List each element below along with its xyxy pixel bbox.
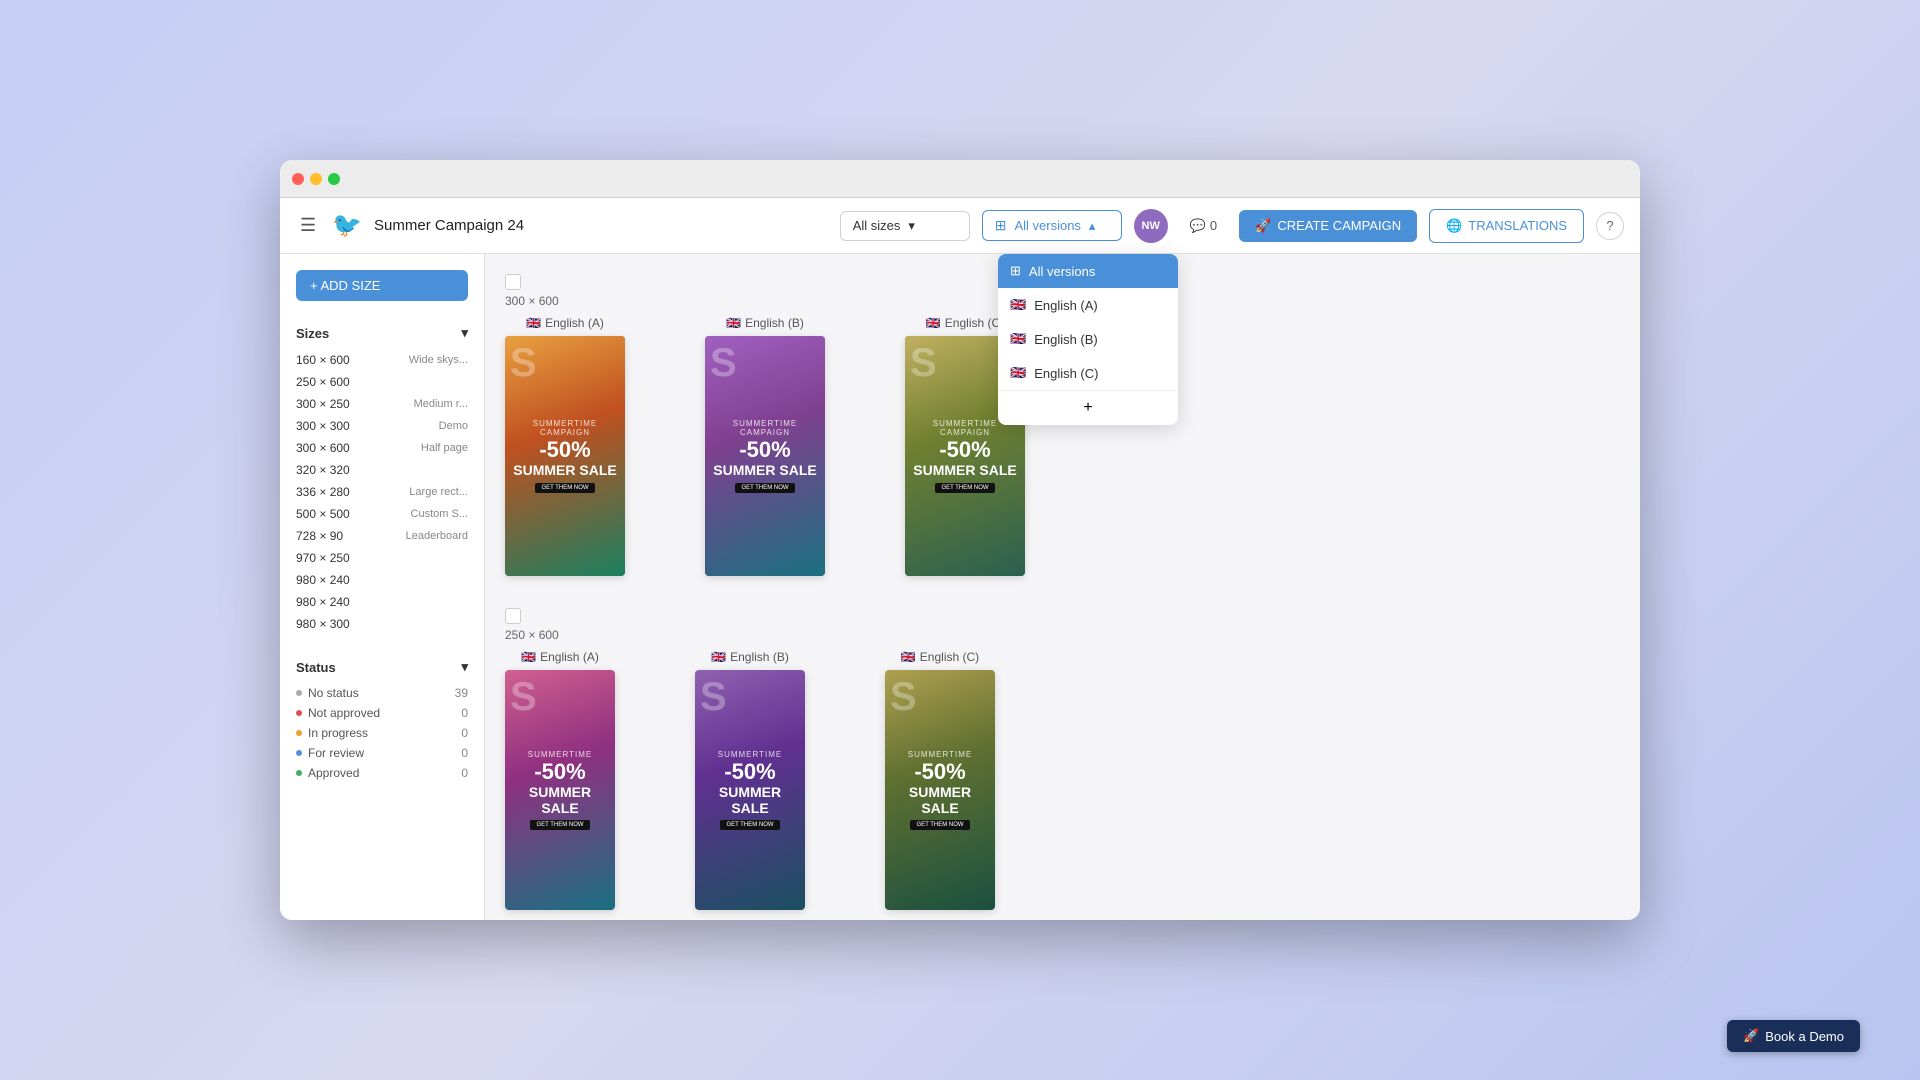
chevron-down-icon: ▾ (908, 218, 915, 234)
ad-content-2a: S SUMMERTIME -50% SUMMER SALE GET THEM N… (505, 670, 615, 910)
list-item[interactable]: 320 × 320 (296, 459, 468, 481)
list-item[interactable]: 980 × 300 (296, 613, 468, 635)
ad-content-1a: S SUMMERTIME CAMPAIGN -50% SUMMER SALE G… (505, 336, 625, 576)
add-version-button[interactable]: + (998, 390, 1178, 425)
book-demo-button[interactable]: 🚀 Book a Demo (1727, 1020, 1860, 1052)
flag-icon-a: 🇬🇧 (1010, 297, 1026, 313)
sidebar: + ADD SIZE Sizes ▾ 160 × 600 Wide skys..… (280, 254, 485, 920)
ad-item-1b: 🇬🇧 English (B) S SUMMERTIME CAMPAIGN -50… (705, 316, 825, 576)
grid-icon: ⊞ (995, 217, 1007, 234)
rocket-icon-demo: 🚀 (1743, 1028, 1759, 1044)
status-in-progress[interactable]: In progress 0 (296, 723, 468, 743)
ad-frame-1a[interactable]: S SUMMERTIME CAMPAIGN -50% SUMMER SALE G… (505, 336, 625, 576)
status-list: No status 39 Not approved 0 In progress … (296, 683, 468, 783)
versions-panel-item-c[interactable]: 🇬🇧 English (C) (998, 356, 1178, 390)
chevron-icon: ▾ (461, 659, 468, 675)
titlebar (280, 160, 1640, 198)
status-dot (296, 690, 302, 696)
version-label-2a: 🇬🇧 English (A) (521, 650, 599, 664)
ad-content-2b: S SUMMERTIME -50% SUMMER SALE GET THEM N… (695, 670, 805, 910)
versions-panel-item-all[interactable]: ⊞ All versions (998, 254, 1178, 288)
ad-item-2a: 🇬🇧 English (A) S SUMMERTIME -50% SUMMER … (505, 650, 615, 910)
size-row-label-2: 250 × 600 (505, 628, 1620, 642)
chevron-icon: ▾ (461, 325, 468, 341)
traffic-lights (292, 173, 340, 185)
status-dot (296, 730, 302, 736)
avatar[interactable]: NW (1134, 209, 1168, 243)
ad-item-1a: 🇬🇧 English (A) S SUMMERTIME CAMPAIGN -50… (505, 316, 625, 576)
grid-icon-small: ⊞ (1010, 263, 1021, 279)
translate-icon: 🌐 (1446, 218, 1462, 234)
app-header: ☰ 🐦 Summer Campaign 24 All sizes ▾ ⊞ All… (280, 198, 1640, 254)
ad-row-2: 🇬🇧 English (A) S SUMMERTIME -50% SUMMER … (505, 650, 1620, 910)
comment-button[interactable]: 💬 0 (1180, 212, 1227, 240)
chevron-up-icon: ▴ (1089, 218, 1096, 234)
status-not-approved[interactable]: Not approved 0 (296, 703, 468, 723)
row-checkbox-1[interactable] (505, 274, 521, 290)
status-dot (296, 770, 302, 776)
app-window: ☰ 🐦 Summer Campaign 24 All sizes ▾ ⊞ All… (280, 160, 1640, 920)
app-logo: 🐦 (332, 211, 362, 240)
row-checkbox-2[interactable] (505, 608, 521, 624)
ad-frame-2a[interactable]: S SUMMERTIME -50% SUMMER SALE GET THEM N… (505, 670, 615, 910)
version-label-2b: 🇬🇧 English (B) (711, 650, 789, 664)
app-title: Summer Campaign 24 (374, 217, 524, 234)
close-button[interactable] (292, 173, 304, 185)
versions-panel-item-b[interactable]: 🇬🇧 English (B) (998, 322, 1178, 356)
status-section-title: Status ▾ (296, 659, 468, 675)
add-size-button[interactable]: + ADD SIZE (296, 270, 468, 301)
size-dropdown[interactable]: All sizes ▾ (840, 211, 970, 241)
list-item[interactable]: 980 × 240 (296, 569, 468, 591)
rocket-icon: 🚀 (1255, 218, 1271, 234)
status-no-status[interactable]: No status 39 (296, 683, 468, 703)
comment-icon: 💬 (1190, 218, 1206, 234)
list-item[interactable]: 250 × 600 (296, 371, 468, 393)
version-label-1c: 🇬🇧 English (C) (926, 316, 1004, 330)
ad-content-2c: S SUMMERTIME -50% SUMMER SALE GET THEM N… (885, 670, 995, 910)
ad-content-1b: S SUMMERTIME CAMPAIGN -50% SUMMER SALE G… (705, 336, 825, 576)
list-item[interactable]: 970 × 250 (296, 547, 468, 569)
ad-frame-1b[interactable]: S SUMMERTIME CAMPAIGN -50% SUMMER SALE G… (705, 336, 825, 576)
version-label-2c: 🇬🇧 English (C) (901, 650, 979, 664)
versions-dropdown-label: All versions (1014, 218, 1080, 233)
ad-frame-2b[interactable]: S SUMMERTIME -50% SUMMER SALE GET THEM N… (695, 670, 805, 910)
size-dropdown-label: All sizes (853, 218, 901, 233)
help-button[interactable]: ? (1596, 212, 1624, 240)
list-item[interactable]: 728 × 90 Leaderboard (296, 525, 468, 547)
menu-icon[interactable]: ☰ (296, 211, 320, 240)
versions-panel-item-a[interactable]: 🇬🇧 English (A) (998, 288, 1178, 322)
version-label-1a: 🇬🇧 English (A) (526, 316, 604, 330)
status-dot (296, 750, 302, 756)
list-item[interactable]: 160 × 600 Wide skys... (296, 349, 468, 371)
flag-icon-c: 🇬🇧 (1010, 365, 1026, 381)
maximize-button[interactable] (328, 173, 340, 185)
create-campaign-button[interactable]: 🚀 CREATE CAMPAIGN (1239, 210, 1417, 242)
ad-frame-2c[interactable]: S SUMMERTIME -50% SUMMER SALE GET THEM N… (885, 670, 995, 910)
flag-icon-b: 🇬🇧 (1010, 331, 1026, 347)
status-approved[interactable]: Approved 0 (296, 763, 468, 783)
list-item[interactable]: 980 × 240 (296, 591, 468, 613)
main-content: + ADD SIZE Sizes ▾ 160 × 600 Wide skys..… (280, 254, 1640, 920)
list-item[interactable]: 336 × 280 Large rect... (296, 481, 468, 503)
ad-item-2c: 🇬🇧 English (C) S SUMMERTIME -50% SUMMER … (885, 650, 995, 910)
versions-panel: ⊞ All versions 🇬🇧 English (A) 🇬🇧 English… (998, 254, 1178, 425)
size-list: 160 × 600 Wide skys... 250 × 600 300 × 2… (296, 349, 468, 635)
list-item[interactable]: 500 × 500 Custom S... (296, 503, 468, 525)
list-item[interactable]: 300 × 250 Medium r... (296, 393, 468, 415)
status-dot (296, 710, 302, 716)
list-item[interactable]: 300 × 300 Demo (296, 415, 468, 437)
ad-item-2b: 🇬🇧 English (B) S SUMMERTIME -50% SUMMER … (695, 650, 805, 910)
translations-button[interactable]: 🌐 TRANSLATIONS (1429, 209, 1584, 243)
sizes-section-title: Sizes ▾ (296, 325, 468, 341)
minimize-button[interactable] (310, 173, 322, 185)
versions-dropdown[interactable]: ⊞ All versions ▴ (982, 210, 1122, 241)
version-label-1b: 🇬🇧 English (B) (726, 316, 804, 330)
status-for-review[interactable]: For review 0 (296, 743, 468, 763)
list-item[interactable]: 300 × 600 Half page (296, 437, 468, 459)
